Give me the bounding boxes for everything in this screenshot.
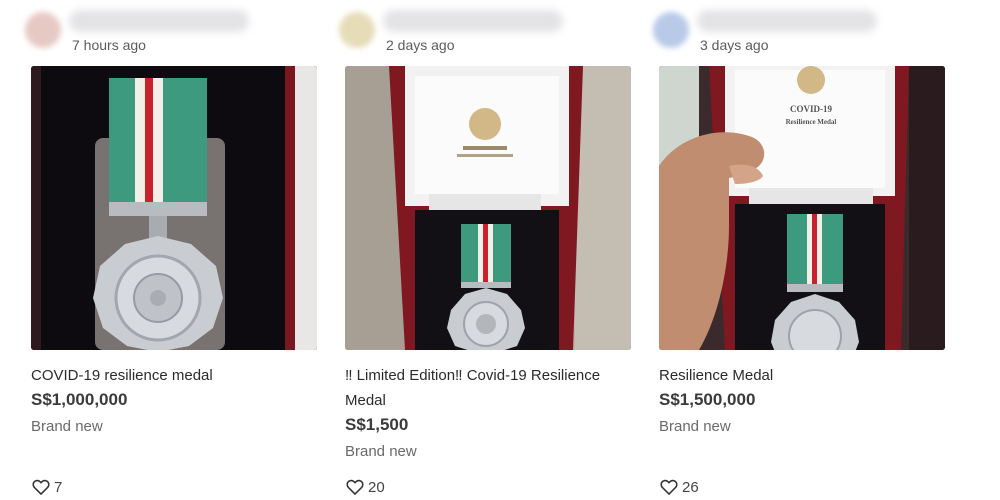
box-lid-subtitle: Resilience Medal bbox=[786, 118, 837, 126]
listing-photo[interactable]: COVID-19 Resilience Medal bbox=[659, 66, 945, 350]
like-button[interactable]: 26 bbox=[659, 477, 699, 497]
listing-time: 3 days ago bbox=[700, 37, 769, 53]
listing-title[interactable]: Resilience Medal bbox=[659, 363, 949, 388]
listing-card[interactable]: 7 hours ago COVID-19 resilience medal S$… bbox=[25, 0, 317, 500]
listing-title[interactable]: ‼ Limited Edition‼ Covid-19 Resilience M… bbox=[345, 363, 635, 413]
seller-header[interactable]: 2 days ago bbox=[339, 6, 639, 56]
seller-header[interactable]: 3 days ago bbox=[653, 6, 953, 56]
like-button[interactable]: 7 bbox=[31, 477, 62, 497]
heart-icon[interactable] bbox=[345, 477, 365, 497]
medal-in-case-image bbox=[345, 66, 631, 350]
seller-avatar[interactable] bbox=[339, 12, 375, 48]
like-count: 26 bbox=[682, 478, 699, 496]
like-count: 7 bbox=[54, 478, 63, 496]
listing-price: S$1,500,000 bbox=[659, 390, 756, 409]
listing-photo[interactable] bbox=[345, 66, 631, 350]
like-count: 20 bbox=[368, 478, 385, 496]
listing-time: 7 hours ago bbox=[72, 37, 146, 53]
listing-card[interactable]: 3 days ago COVID-19 Resilience Medal Res… bbox=[653, 0, 945, 500]
listing-time: 2 days ago bbox=[386, 37, 455, 53]
listing-price: S$1,000,000 bbox=[31, 390, 128, 409]
listing-price: S$1,500 bbox=[345, 415, 409, 434]
seller-avatar[interactable] bbox=[25, 12, 61, 48]
seller-name-blurred[interactable] bbox=[383, 10, 563, 32]
listing-condition: Brand new bbox=[659, 418, 731, 435]
listing-card[interactable]: 2 days ago ‼ Limited Edition‼ Covid-19 R… bbox=[339, 0, 631, 500]
box-lid-title: COVID-19 bbox=[790, 104, 832, 114]
heart-icon[interactable] bbox=[659, 477, 679, 497]
listing-condition: Brand new bbox=[345, 443, 417, 460]
medal-in-bag-image bbox=[31, 66, 317, 350]
seller-header[interactable]: 7 hours ago bbox=[25, 6, 325, 56]
listing-photo[interactable] bbox=[31, 66, 317, 350]
seller-name-blurred[interactable] bbox=[69, 10, 249, 32]
heart-icon[interactable] bbox=[31, 477, 51, 497]
listing-title[interactable]: COVID-19 resilience medal bbox=[31, 363, 321, 388]
seller-name-blurred[interactable] bbox=[697, 10, 877, 32]
seller-avatar[interactable] bbox=[653, 12, 689, 48]
like-button[interactable]: 20 bbox=[345, 477, 385, 497]
listing-condition: Brand new bbox=[31, 418, 103, 435]
medal-in-hand-image: COVID-19 Resilience Medal bbox=[659, 66, 945, 350]
